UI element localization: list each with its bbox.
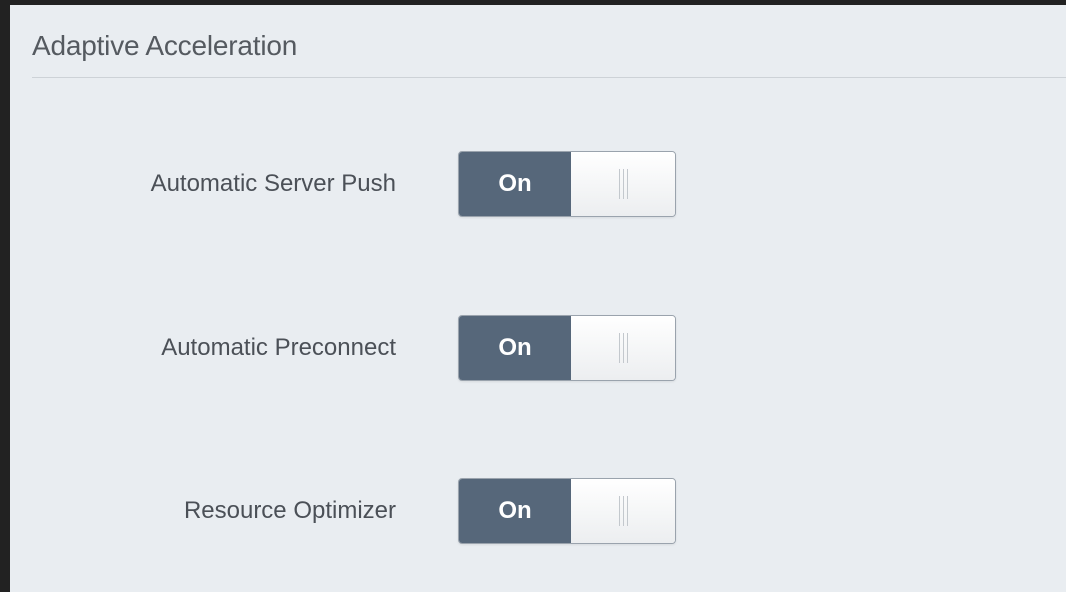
toggle-state-label: On: [459, 152, 571, 216]
setting-label: Resource Optimizer: [183, 497, 396, 524]
toggle-state-label: On: [459, 479, 571, 543]
section-divider: [32, 77, 1066, 78]
grip-icon: [618, 496, 628, 526]
resource-optimizer-toggle[interactable]: On: [458, 478, 676, 544]
setting-row-automatic-server-push: Automatic Server Push On: [10, 151, 1066, 217]
grip-icon: [618, 333, 628, 363]
settings-panel: Adaptive Acceleration Automatic Server P…: [10, 5, 1066, 592]
automatic-server-push-toggle[interactable]: On: [458, 151, 676, 217]
setting-label: Automatic Preconnect: [161, 334, 396, 361]
toggle-knob[interactable]: [571, 316, 675, 380]
section-title: Adaptive Acceleration: [32, 30, 298, 61]
automatic-preconnect-toggle[interactable]: On: [458, 315, 676, 381]
toggle-state-label: On: [459, 316, 571, 380]
toggle-knob[interactable]: [571, 479, 675, 543]
setting-row-automatic-preconnect: Automatic Preconnect On: [10, 315, 1066, 381]
toggle-knob[interactable]: [571, 152, 675, 216]
setting-label: Automatic Server Push: [150, 170, 396, 197]
setting-row-resource-optimizer: Resource Optimizer On: [10, 478, 1066, 544]
grip-icon: [618, 169, 628, 199]
